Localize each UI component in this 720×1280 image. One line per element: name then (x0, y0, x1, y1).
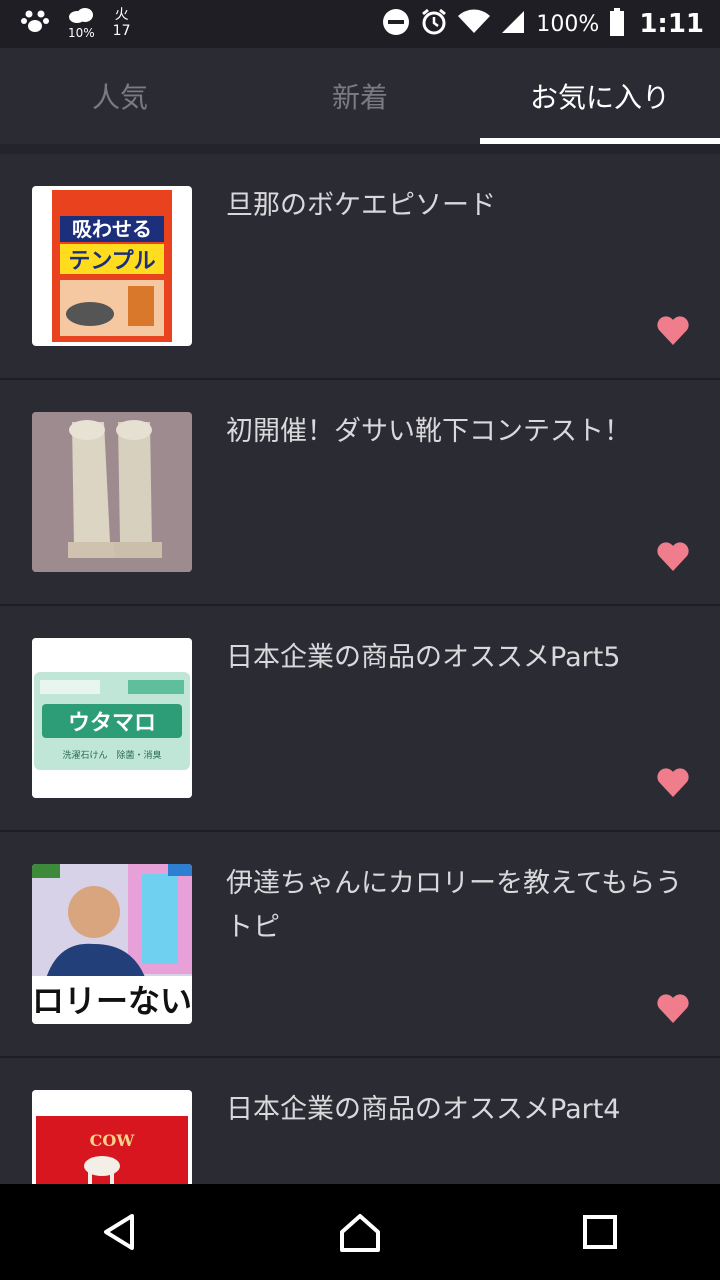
tab-popular[interactable]: 人気 (0, 48, 240, 144)
favorites-list[interactable]: 吸わせる テンプル 旦那のボケエピソード 初開催！ダサい靴下コンテスト！ ウタマ… (0, 154, 720, 1184)
recents-button[interactable] (570, 1202, 630, 1262)
item-title: 初開催！ダサい靴下コンテスト！ (226, 416, 631, 447)
soap-brand: ウタマロ (68, 711, 156, 736)
tab-divider (0, 144, 720, 154)
status-bar: 10% 火 17 100% 1:11 (0, 0, 720, 48)
calendar-date: 17 (112, 23, 131, 39)
alarm-icon (420, 8, 448, 40)
trap-line2: テンプル (68, 249, 155, 274)
thumbnail-tv-screenshot: ロリーない (32, 864, 192, 1024)
tab-favorites[interactable]: お気に入り (480, 48, 720, 144)
tab-bar: 人気 新着 お気に入り (0, 48, 720, 144)
list-item[interactable]: ウタマロ 洗濯石けん 除菌・消臭 日本企業の商品のオススメPart5 (0, 606, 720, 832)
box-brand: COW (90, 1131, 136, 1150)
tv-caption: ロリーない (32, 982, 192, 1020)
thumbnail-soap: ウタマロ 洗濯石けん 除菌・消臭 (32, 638, 192, 798)
back-button[interactable] (90, 1202, 150, 1262)
list-item[interactable]: COW 日本企業の商品のオススメPart4 (0, 1058, 720, 1184)
list-item[interactable]: 初開催！ダサい靴下コンテスト！ (0, 380, 720, 606)
system-nav-bar (0, 1184, 720, 1280)
wifi-icon (458, 9, 491, 39)
item-title: 伊達ちゃんにカロリーを教えてもらうトピ (226, 868, 683, 943)
soap-sub: 洗濯石けん 除菌・消臭 (62, 749, 161, 761)
weather-indicator: 10% (68, 7, 95, 39)
home-button[interactable] (330, 1202, 390, 1262)
calendar-indicator: 火 17 (113, 7, 131, 39)
heart-icon[interactable] (656, 314, 690, 348)
paw-icon (20, 6, 50, 40)
heart-icon[interactable] (656, 766, 690, 800)
tab-new[interactable]: 新着 (240, 48, 480, 144)
recents-icon (583, 1215, 617, 1249)
heart-icon[interactable] (656, 540, 690, 574)
home-icon (340, 1214, 380, 1252)
thumbnail-insect-trap: 吸わせる テンプル (32, 186, 192, 346)
thumbnail-red-box: COW (32, 1090, 192, 1184)
battery-icon (609, 8, 625, 40)
battery-percent: 100% (536, 11, 600, 37)
list-item[interactable]: ロリーない 伊達ちゃんにカロリーを教えてもらうトピ (0, 832, 720, 1058)
item-title: 旦那のボケエピソード (226, 190, 496, 221)
signal-icon (500, 9, 526, 39)
item-title: 日本企業の商品のオススメPart4 (226, 1094, 621, 1125)
cloud-icon (68, 7, 94, 27)
item-title: 日本企業の商品のオススメPart5 (226, 642, 621, 673)
list-item[interactable]: 吸わせる テンプル 旦那のボケエピソード (0, 154, 720, 380)
trap-line1: 吸わせる (72, 217, 152, 241)
dnd-icon (382, 8, 410, 40)
calendar-day: 火 (114, 7, 129, 23)
thumbnail-socks (32, 412, 192, 572)
clock: 1:11 (639, 9, 704, 39)
heart-icon[interactable] (656, 992, 690, 1026)
back-icon (104, 1214, 134, 1250)
weather-percent: 10% (68, 26, 95, 40)
